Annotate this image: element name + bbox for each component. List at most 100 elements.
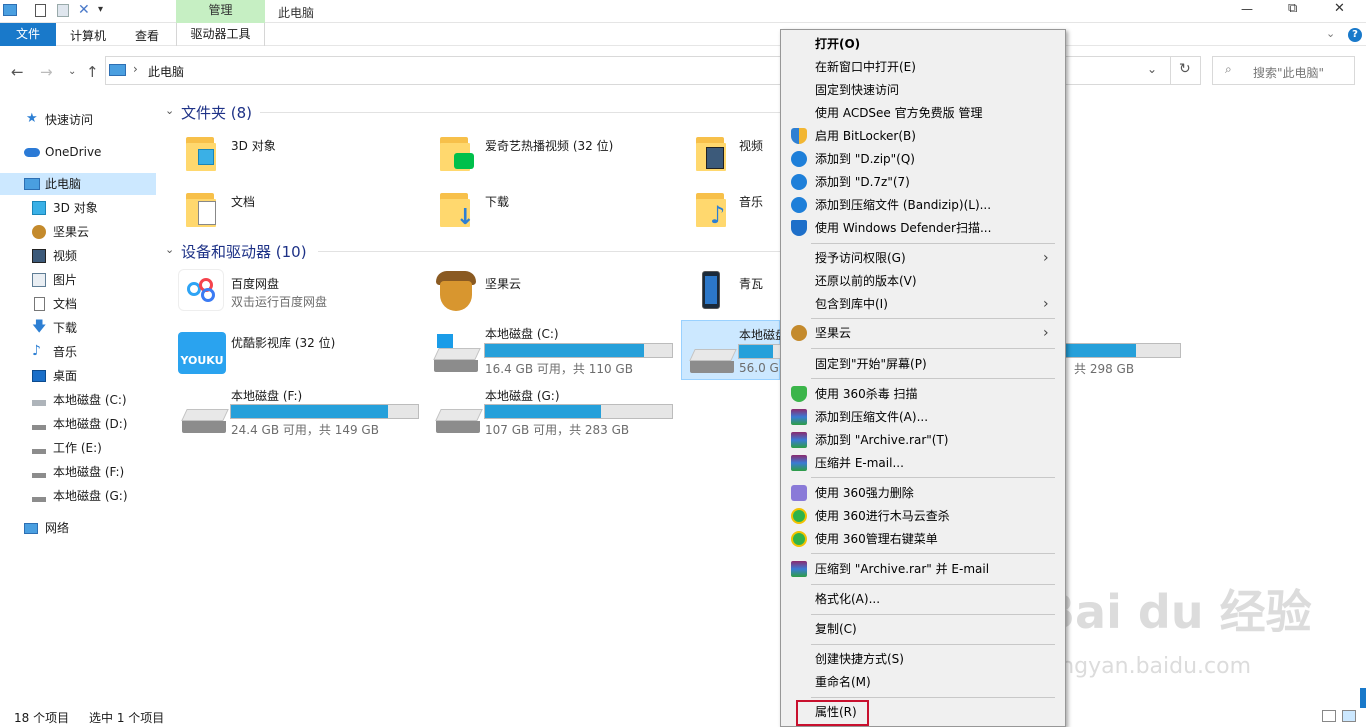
properties-qa-icon[interactable] <box>35 4 46 17</box>
address-dropdown-icon[interactable]: ⌄ <box>1147 62 1157 76</box>
ribbon-expand-icon[interactable]: ⌄ <box>1326 27 1335 40</box>
folders-group-header[interactable]: 文件夹 (8) <box>181 102 252 123</box>
scrollbar-thumb[interactable] <box>1360 688 1366 708</box>
menu-item-label: 坚果云 <box>815 326 852 340</box>
folder-tile-videos[interactable]: 视频 <box>690 127 780 177</box>
menu-item-add-archive-rar[interactable]: 添加到 "Archive.rar"(T) <box>781 429 1065 451</box>
device-tile-drive-c[interactable]: 本地磁盘 (C:) 16.4 GB 可用，共 110 GB <box>430 320 680 376</box>
drive-icon <box>32 473 46 478</box>
menu-item-label: 使用 360杀毒 扫描 <box>815 387 918 401</box>
up-icon[interactable]: ↑ <box>86 63 99 81</box>
device-tile-drive-d[interactable]: 本地磁盘 56.0 G <box>681 320 836 380</box>
device-tile-jianguoyun[interactable]: 坚果云 <box>430 265 680 315</box>
context-tab-manage[interactable]: 管理 <box>176 0 265 23</box>
search-box[interactable]: ⌕ 搜索"此电脑" <box>1212 56 1355 85</box>
folder-tile-downloads[interactable]: ↓ 下载 <box>434 183 674 233</box>
tab-file[interactable]: 文件 <box>0 23 56 46</box>
menu-item-add-7z[interactable]: 添加到 "D.7z"(7) <box>781 171 1065 193</box>
close-button[interactable]: ✕ <box>1334 1 1345 16</box>
refresh-icon[interactable]: ↻ <box>1179 61 1191 77</box>
sidebar-item-videos[interactable]: 视频 <box>32 245 152 267</box>
sidebar-item-drive-c[interactable]: 本地磁盘 (C:) <box>32 389 152 411</box>
folder-name: 文档 <box>231 195 256 209</box>
menu-item-bandizip[interactable]: 添加到压缩文件 (Bandizip)(L)... <box>781 194 1065 216</box>
sidebar-item-3d-objects[interactable]: 3D 对象 <box>32 197 152 219</box>
menu-item-360-menu-manager[interactable]: 使用 360管理右键菜单 <box>781 528 1065 550</box>
recent-locations-icon[interactable]: ⌄ <box>68 66 76 77</box>
winrar-icon <box>791 455 807 471</box>
sidebar-item-drive-e[interactable]: 工作 (E:) <box>32 437 152 459</box>
folder-tile-documents[interactable]: 文档 <box>180 183 420 233</box>
menu-item-restore-versions[interactable]: 还原以前的版本(V) <box>781 270 1065 292</box>
large-icons-view-icon[interactable] <box>1342 710 1356 722</box>
delete-qa-icon[interactable]: ✕ <box>78 2 90 18</box>
tab-view[interactable]: 查看 <box>135 27 159 44</box>
menu-item-360-force-delete[interactable]: 使用 360强力删除 <box>781 482 1065 504</box>
tab-drive-tools[interactable]: 驱动器工具 <box>176 23 265 46</box>
drive-usage-fill <box>231 405 389 418</box>
sidebar-item-this-pc[interactable]: 此电脑 <box>0 173 156 195</box>
forward-icon[interactable]: → <box>40 63 53 81</box>
menu-item-label: 压缩到 "Archive.rar" 并 E-mail <box>815 562 990 576</box>
sidebar-item-drive-d[interactable]: 本地磁盘 (D:) <box>32 413 152 435</box>
folder-tile-music[interactable]: ♪ 音乐 <box>690 183 780 233</box>
sidebar-item-network[interactable]: 网络 <box>24 517 144 539</box>
sidebar-item-pictures[interactable]: 图片 <box>32 269 152 291</box>
breadcrumb-this-pc[interactable]: 此电脑 <box>148 63 184 80</box>
menu-item-compress-rar-email[interactable]: 压缩到 "Archive.rar" 并 E-mail <box>781 558 1065 580</box>
menu-item-360-trojan[interactable]: 使用 360进行木马云查杀 <box>781 505 1065 527</box>
sidebar-item-quick-access[interactable]: ★ 快速访问 <box>26 109 146 131</box>
menu-item-compress-email[interactable]: 压缩并 E-mail... <box>781 452 1065 474</box>
menu-item-include-library[interactable]: 包含到库中(I) › <box>781 293 1065 315</box>
details-view-icon[interactable] <box>1322 710 1336 722</box>
sidebar-item-drive-g[interactable]: 本地磁盘 (G:) <box>32 485 152 507</box>
menu-item-give-access[interactable]: 授予访问权限(G) › <box>781 247 1065 269</box>
menu-item-properties[interactable]: 属性(R) <box>781 700 1065 726</box>
devices-group-header[interactable]: 设备和驱动器 (10) <box>181 241 307 262</box>
menu-item-open-new-window[interactable]: 在新窗口中打开(E) <box>781 56 1065 78</box>
folder-tile-iqiyi[interactable]: 爱奇艺热播视频 (32 位) <box>434 127 674 177</box>
sidebar-item-music[interactable]: ♪ 音乐 <box>32 341 152 363</box>
menu-item-format[interactable]: 格式化(A)... <box>781 588 1065 610</box>
menu-item-360-scan[interactable]: 使用 360杀毒 扫描 <box>781 383 1065 405</box>
maximize-button[interactable]: ⧉ <box>1288 1 1297 16</box>
menu-item-rename[interactable]: 重命名(M) <box>781 671 1065 693</box>
device-tile-drive-g[interactable]: 本地磁盘 (G:) 107 GB 可用，共 283 GB <box>430 381 680 437</box>
menu-item-label: 使用 360强力删除 <box>815 486 914 500</box>
menu-item-pin-quick-access[interactable]: 固定到快速访问 <box>781 79 1065 101</box>
menu-item-label: 添加到压缩文件(A)... <box>815 410 929 424</box>
group-collapse-icon[interactable]: ⌄ <box>165 104 174 117</box>
group-collapse-icon[interactable]: ⌄ <box>165 243 174 256</box>
device-tile-youku[interactable]: YOUKU 优酷影视库 (32 位) <box>176 324 426 374</box>
device-tile-drive-f[interactable]: 本地磁盘 (F:) 24.4 GB 可用，共 149 GB <box>176 381 426 437</box>
help-icon[interactable]: ? <box>1348 28 1362 42</box>
sidebar-item-downloads[interactable]: 🡇 下载 <box>32 317 152 339</box>
menu-item-copy[interactable]: 复制(C) <box>781 618 1065 640</box>
menu-item-create-shortcut[interactable]: 创建快捷方式(S) <box>781 648 1065 670</box>
menu-item-bitlocker[interactable]: 启用 BitLocker(B) <box>781 125 1065 147</box>
menu-item-open[interactable]: 打开(O) <box>781 33 1065 55</box>
menu-item-acdsee[interactable]: 使用 ACDSee 官方免费版 管理 <box>781 102 1065 124</box>
sidebar-item-drive-f[interactable]: 本地磁盘 (F:) <box>32 461 152 483</box>
device-tile-drive-e[interactable]: 共 298 GB <box>1064 320 1186 376</box>
qa-dropdown-icon[interactable]: ▾ <box>98 4 103 15</box>
back-icon[interactable]: ← <box>11 63 24 81</box>
minimize-button[interactable]: — <box>1241 2 1253 16</box>
sidebar-item-onedrive[interactable]: OneDrive <box>24 141 144 163</box>
menu-item-add-zip[interactable]: 添加到 "D.zip"(Q) <box>781 148 1065 170</box>
menu-item-add-archive[interactable]: 添加到压缩文件(A)... <box>781 406 1065 428</box>
menu-item-defender[interactable]: 使用 Windows Defender扫描... <box>781 217 1065 239</box>
ribbon-tabs: 文件 计算机 查看 驱动器工具 ⌄ ? <box>0 23 1366 46</box>
menu-item-pin-start[interactable]: 固定到"开始"屏幕(P) <box>781 353 1065 375</box>
device-tile-baidu[interactable]: 百度网盘 双击运行百度网盘 <box>176 265 426 315</box>
sidebar-item-documents[interactable]: 文档 <box>32 293 152 315</box>
sidebar-item-desktop[interactable]: 桌面 <box>32 365 152 387</box>
tab-computer[interactable]: 计算机 <box>70 27 106 44</box>
device-tile-qingwa[interactable]: 青瓦 <box>690 265 780 315</box>
new-folder-qa-icon[interactable] <box>57 4 69 17</box>
menu-item-jianguoyun[interactable]: 坚果云 › <box>781 322 1065 344</box>
folder-tile-3d-objects[interactable]: 3D 对象 <box>180 127 420 177</box>
group-divider <box>260 112 780 113</box>
breadcrumb-chevron-icon[interactable]: › <box>133 62 138 76</box>
sidebar-item-jianguoyun[interactable]: 坚果云 <box>32 221 152 243</box>
